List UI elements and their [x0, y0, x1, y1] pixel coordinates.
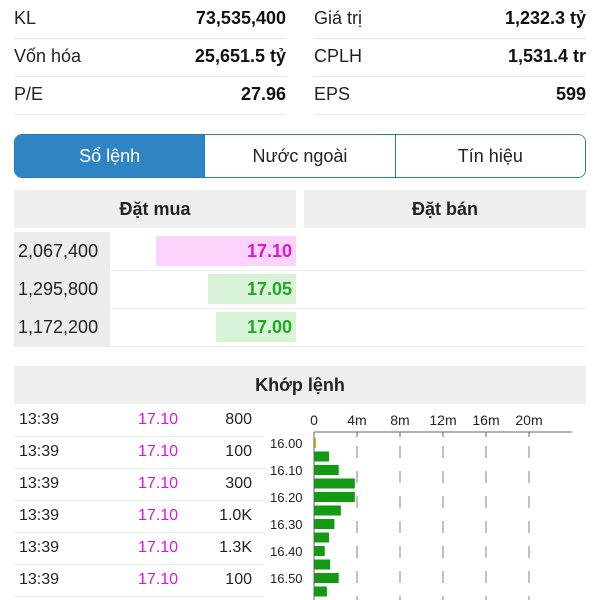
buy-order-volume: 1,172,200	[14, 308, 110, 346]
trade-row[interactable]: 13:39 17.10 800	[14, 404, 264, 437]
stat-cell: CPLH 1,531.4 tr	[314, 38, 586, 77]
trade-volume: 1.0K	[219, 507, 252, 524]
trade-time: 13:39	[19, 507, 60, 524]
buy-orders-header: Đặt mua	[14, 190, 296, 228]
x-tick-label: 4m	[347, 412, 366, 428]
x-tick-label: 0	[310, 412, 318, 428]
volume-bar	[314, 465, 339, 475]
volume-bar	[314, 559, 331, 570]
x-tick-label: 20m	[515, 412, 542, 428]
stat-value: 25,651.5 tỷ	[194, 46, 286, 66]
price-level-label: 16.20	[270, 490, 303, 505]
stock-stats: KL 73,535,400 Giá trị 1,232.3 tỷ Vốn hóa…	[14, 0, 586, 115]
stat-label: Giá trị	[314, 8, 363, 28]
stat-label: Vốn hóa	[14, 46, 82, 66]
trade-price: 17.10	[138, 411, 179, 428]
buy-order-row[interactable]: 1,172,200 17.00	[14, 308, 586, 347]
sell-orders-header: Đặt bán	[304, 190, 586, 228]
trade-row[interactable]: 13:39 17.10 1.0K	[14, 500, 264, 533]
volume-bar	[314, 573, 339, 583]
x-tick-label: 8m	[390, 412, 409, 428]
stat-cell: Giá trị 1,232.3 tỷ	[314, 0, 586, 39]
trade-row[interactable]: 13:39 17.10 1.3K	[14, 532, 264, 565]
volume-bar	[314, 532, 330, 543]
volume-bar	[314, 478, 355, 489]
trade-time: 13:39	[19, 443, 60, 460]
stat-row: P/E 27.96 EPS 599	[14, 76, 586, 115]
volume-bar	[314, 451, 330, 462]
stat-value: 27.96	[240, 84, 286, 104]
trade-price: 17.10	[138, 443, 179, 460]
stat-value: 599	[555, 84, 586, 104]
tab-signals[interactable]: Tín hiệu	[394, 135, 585, 177]
stat-label: EPS	[314, 84, 351, 104]
stat-value: 73,535,400	[195, 8, 286, 28]
stat-cell: KL 73,535,400	[14, 0, 286, 39]
volume-bar	[314, 492, 355, 502]
stat-value: 1,232.3 tỷ	[504, 8, 586, 28]
stat-label: P/E	[14, 84, 44, 104]
buy-order-volume: 1,295,800	[14, 270, 110, 308]
trade-price: 17.10	[138, 571, 179, 588]
trade-time: 13:39	[19, 539, 60, 556]
trade-volume: 800	[225, 411, 252, 428]
trade-volume: 1.3K	[219, 539, 252, 556]
trade-volume: 100	[225, 443, 252, 460]
trade-price: 17.10	[138, 475, 179, 492]
price-level-label: 16.50	[270, 571, 303, 586]
stat-label: CPLH	[314, 46, 363, 66]
tab-order-book[interactable]: Sổ lệnh	[15, 135, 205, 177]
volume-bar	[314, 505, 341, 516]
trade-volume: 100	[225, 571, 252, 588]
trade-price: 17.10	[138, 539, 179, 556]
volume-bar	[314, 586, 327, 597]
x-tick-label: 16m	[472, 412, 499, 428]
volume-by-price-chart: 0 4m 8m 12m 16m 20m 16.00 16.10 16.20 16.30 16.40 1…	[270, 412, 572, 600]
price-level-label: 16.30	[270, 517, 303, 532]
volume-bar	[314, 519, 335, 529]
tab-bar: Sổ lệnh Nước ngoài Tín hiệu	[14, 134, 586, 178]
stat-row: Vốn hóa 25,651.5 tỷ CPLH 1,531.4 tr	[14, 38, 586, 77]
buy-order-volume: 2,067,400	[14, 232, 110, 270]
matched-orders-header: Khớp lệnh	[14, 366, 586, 404]
stat-row: KL 73,535,400 Giá trị 1,232.3 tỷ	[14, 0, 586, 39]
trade-time: 13:39	[19, 475, 60, 492]
buy-order-row[interactable]: 1,295,800 17.05	[14, 270, 586, 309]
trade-time: 13:39	[19, 411, 60, 428]
x-tick-label: 12m	[429, 412, 456, 428]
stat-cell: Vốn hóa 25,651.5 tỷ	[14, 38, 286, 77]
trade-row[interactable]: 13:39 17.10 100	[14, 564, 264, 597]
buy-order-price: 17.00	[246, 316, 292, 337]
trade-volume: 300	[225, 475, 252, 492]
trade-row[interactable]: 13:39 17.10 300	[14, 468, 264, 501]
buy-order-price: 17.05	[246, 278, 292, 299]
stat-cell: EPS 599	[314, 76, 586, 115]
tab-foreign[interactable]: Nước ngoài	[204, 135, 395, 177]
price-level-label: 16.10	[270, 463, 303, 478]
price-level-label: 16.40	[270, 544, 303, 559]
buy-order-price: 17.10	[246, 240, 292, 261]
stat-label: KL	[14, 8, 37, 28]
trade-price: 17.10	[138, 507, 179, 524]
stat-cell: P/E 27.96	[14, 76, 286, 115]
trade-row[interactable]: 13:39 17.10 100	[14, 436, 264, 469]
trade-time: 13:39	[19, 571, 60, 588]
buy-order-row[interactable]: 2,067,400 17.10	[14, 232, 586, 271]
volume-bar	[314, 546, 325, 556]
price-level-label: 16.00	[270, 436, 303, 451]
stat-value: 1,531.4 tr	[507, 46, 586, 66]
